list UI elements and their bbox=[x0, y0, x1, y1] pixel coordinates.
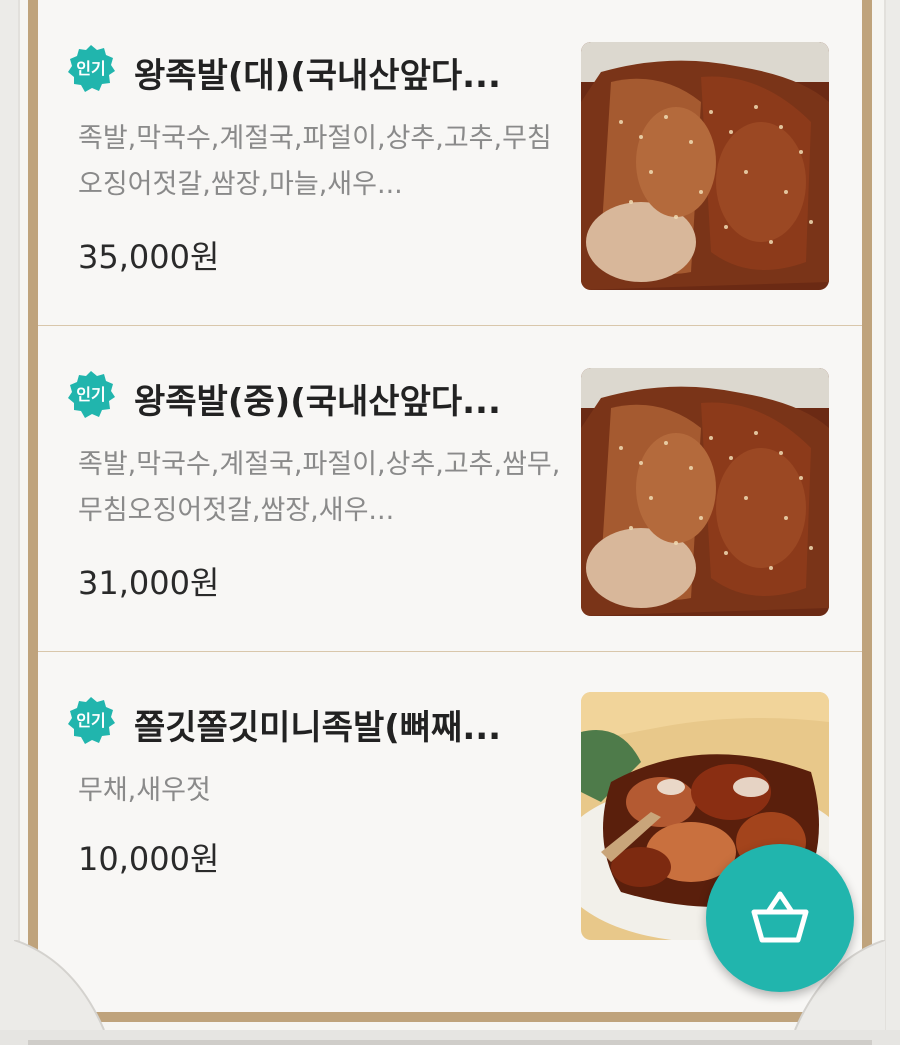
item-price: 10,000원 bbox=[78, 840, 220, 878]
menu-item[interactable]: 인기 왕족발(대)(국내산앞다... 족발,막국수,계절국,파절이,상추,고추,… bbox=[38, 0, 862, 326]
item-title: 왕족발(대)(국내산앞다... bbox=[134, 56, 501, 96]
item-description: 족발,막국수,계절국,파절이,상추,고추,무침오징어젓갈,쌈장,마늘,새우... bbox=[78, 123, 552, 200]
popular-badge: 인기 bbox=[66, 370, 116, 420]
badge-label: 인기 bbox=[76, 385, 106, 404]
item-description: 무채,새우젓 bbox=[78, 775, 211, 806]
menu-item[interactable]: 인기 왕족발(중)(국내산앞다... 족발,막국수,계절국,파절이,상추,고추,… bbox=[38, 326, 862, 652]
item-title: 쫄깃쫄깃미니족발(뼈째... bbox=[134, 708, 502, 748]
shopping-basket-icon bbox=[751, 891, 809, 943]
popular-badge: 인기 bbox=[66, 696, 116, 746]
badge-label: 인기 bbox=[76, 59, 106, 78]
popular-badge: 인기 bbox=[66, 44, 116, 94]
item-photo bbox=[581, 42, 829, 290]
item-price: 35,000원 bbox=[78, 238, 220, 276]
bottom-shadow bbox=[0, 1030, 900, 1045]
item-description: 족발,막국수,계절국,파절이,상추,고추,쌈무,무침오징어젓갈,쌈장,새우... bbox=[78, 449, 561, 526]
cart-button[interactable] bbox=[706, 844, 854, 992]
page-curl-left bbox=[14, 940, 105, 1030]
item-title: 왕족발(중)(국내산앞다... bbox=[134, 382, 501, 422]
item-photo bbox=[581, 368, 829, 616]
item-price: 31,000원 bbox=[78, 564, 220, 602]
badge-label: 인기 bbox=[76, 711, 106, 730]
